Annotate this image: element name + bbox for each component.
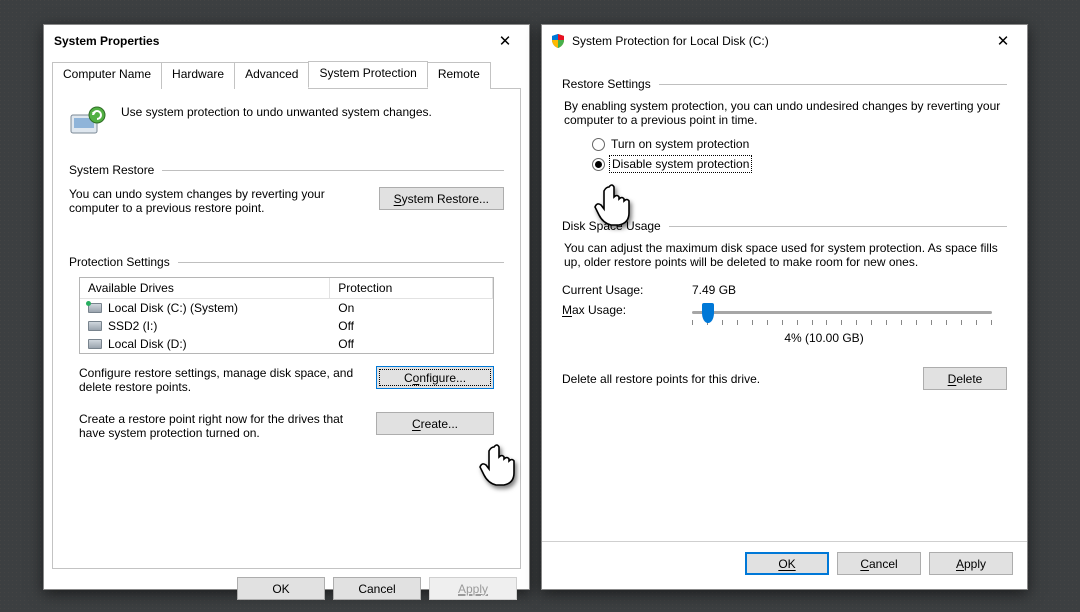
current-usage-value: 7.49 GB (692, 283, 736, 297)
disk-space-desc: You can adjust the maximum disk space us… (564, 241, 1005, 269)
max-usage-caption: 4% (10.00 GB) (674, 331, 974, 345)
radio-icon (592, 138, 605, 151)
restore-settings-group: Restore Settings By enabling system prot… (562, 77, 1007, 171)
table-row[interactable]: Local Disk (D:) Off (80, 335, 493, 353)
table-row[interactable]: Local Disk (C:) (System) On (80, 299, 493, 317)
system-restore-group: System Restore You can undo system chang… (69, 163, 504, 215)
radio-icon (592, 158, 605, 171)
window-title: System Properties (54, 34, 485, 48)
disk-space-legend: Disk Space Usage (562, 219, 661, 233)
apply-button: Apply (429, 577, 517, 600)
max-usage-label: Max Usage: (562, 303, 662, 317)
table-row[interactable]: SSD2 (I:) Off (80, 317, 493, 335)
disk-space-group: Disk Space Usage You can adjust the maxi… (562, 219, 1007, 390)
restore-settings-legend: Restore Settings (562, 77, 651, 91)
system-restore-button[interactable]: System Restore... (379, 187, 504, 210)
tab-panel: Use system protection to undo unwanted s… (52, 89, 521, 569)
drive-icon (88, 321, 102, 331)
divider (162, 170, 504, 171)
configure-desc: Configure restore settings, manage disk … (79, 366, 366, 394)
tabs: Computer Name Hardware Advanced System P… (52, 61, 521, 89)
close-icon[interactable]: ✕ (485, 27, 525, 55)
create-desc: Create a restore point right now for the… (79, 412, 366, 440)
drives-table[interactable]: Available Drives Protection Local Disk (… (79, 277, 494, 354)
configure-button[interactable]: Configure... (376, 366, 494, 389)
tab-remote[interactable]: Remote (427, 62, 491, 89)
close-icon[interactable]: ✕ (983, 27, 1023, 55)
drive-icon (88, 303, 102, 313)
radio-disable[interactable]: Disable system protection (592, 157, 1007, 171)
system-protection-config-window: System Protection for Local Disk (C:) ✕ … (541, 24, 1028, 590)
dialog-footer: OK Cancel Apply (44, 569, 529, 612)
cancel-button[interactable]: Cancel (837, 552, 921, 575)
col-header-drives[interactable]: Available Drives (80, 278, 330, 299)
protection-radio-group: Turn on system protection Disable system… (592, 137, 1007, 171)
cancel-button[interactable]: Cancel (333, 577, 421, 600)
restore-settings-desc: By enabling system protection, you can u… (564, 99, 1005, 127)
protection-settings-legend: Protection Settings (69, 255, 170, 269)
apply-button[interactable]: Apply (929, 552, 1013, 575)
shield-icon (550, 33, 566, 49)
divider (659, 84, 1007, 85)
dialog-footer: OK Cancel Apply (542, 541, 1027, 589)
tab-computer-name[interactable]: Computer Name (52, 62, 162, 89)
slider-thumb[interactable] (702, 303, 714, 323)
title-bar[interactable]: System Properties ✕ (44, 25, 529, 57)
system-restore-legend: System Restore (69, 163, 154, 177)
system-properties-window: System Properties ✕ Computer Name Hardwa… (43, 24, 530, 590)
delete-desc: Delete all restore points for this drive… (562, 372, 913, 386)
tab-hardware[interactable]: Hardware (161, 62, 235, 89)
system-protection-icon (69, 105, 107, 141)
drive-icon (88, 339, 102, 349)
divider (669, 226, 1007, 227)
tab-system-protection[interactable]: System Protection (308, 61, 427, 88)
divider (178, 262, 504, 263)
ok-button[interactable]: OK (745, 552, 829, 575)
slider-ticks (692, 320, 992, 325)
protection-settings-group: Protection Settings Available Drives Pro… (69, 255, 504, 440)
system-restore-desc: You can undo system changes by reverting… (69, 187, 369, 215)
radio-turn-on[interactable]: Turn on system protection (592, 137, 1007, 151)
current-usage-label: Current Usage: (562, 283, 662, 297)
intro-text: Use system protection to undo unwanted s… (121, 105, 432, 119)
col-header-protection[interactable]: Protection (330, 278, 493, 299)
create-button[interactable]: Create... (376, 412, 494, 435)
window-title: System Protection for Local Disk (C:) (572, 34, 977, 48)
tab-advanced[interactable]: Advanced (234, 62, 309, 89)
max-usage-slider[interactable] (692, 311, 992, 314)
title-bar[interactable]: System Protection for Local Disk (C:) ✕ (542, 25, 1027, 57)
ok-button[interactable]: OK (237, 577, 325, 600)
delete-button[interactable]: Delete (923, 367, 1007, 390)
